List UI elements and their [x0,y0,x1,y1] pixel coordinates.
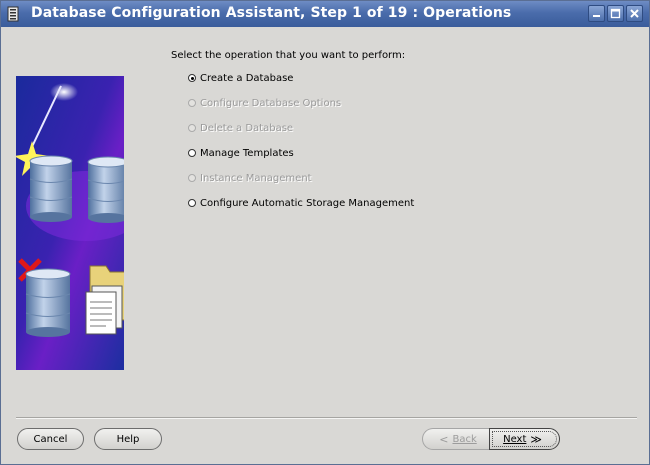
window-title: Database Configuration Assistant, Step 1… [31,5,512,21]
minimize-icon [593,15,600,17]
cancel-label: Cancel [33,433,68,445]
close-icon [630,9,639,18]
close-button[interactable] [626,5,643,22]
radio-configure-asm[interactable] [188,199,196,207]
radio-create-database[interactable] [188,74,196,82]
option-configure-database-options: Configure Database Options [188,96,341,110]
option-label: Configure Database Options [200,97,342,109]
option-manage-templates[interactable]: Manage Templates [188,146,294,160]
dbca-window: Database Configuration Assistant, Step 1… [0,0,650,465]
app-icon [7,6,19,22]
help-label: Help [116,433,140,445]
option-create-database[interactable]: Create a Database [188,71,293,85]
focus-ring [492,431,557,447]
wizard-banner [16,76,124,370]
title-bar[interactable]: Database Configuration Assistant, Step 1… [1,1,649,27]
help-button[interactable]: Help [94,428,162,450]
option-label: Manage Templates [200,147,294,159]
operation-prompt: Select the operation that you want to pe… [171,50,406,61]
option-label: Configure Automatic Storage Management [200,197,415,209]
radio-manage-templates[interactable] [188,149,196,157]
option-instance-management: Instance Management [188,171,312,185]
option-label: Delete a Database [200,122,294,134]
chevron-left-icon: < [439,432,449,446]
option-configure-asm[interactable]: Configure Automatic Storage Management [188,196,414,210]
option-label: Create a Database [200,72,294,84]
radio-instance-management [188,174,196,182]
radio-delete-database [188,124,196,132]
footer-separator [16,417,637,419]
back-label: Back [452,433,477,445]
maximize-icon [610,8,621,19]
maximize-button[interactable] [607,5,624,22]
minimize-button[interactable] [588,5,605,22]
next-button[interactable]: Next ≫ [489,428,560,450]
cancel-button[interactable]: Cancel [17,428,84,450]
back-button: < Back [422,428,489,450]
option-label: Instance Management [200,172,312,184]
radio-configure-database-options [188,99,196,107]
option-delete-database: Delete a Database [188,121,293,135]
